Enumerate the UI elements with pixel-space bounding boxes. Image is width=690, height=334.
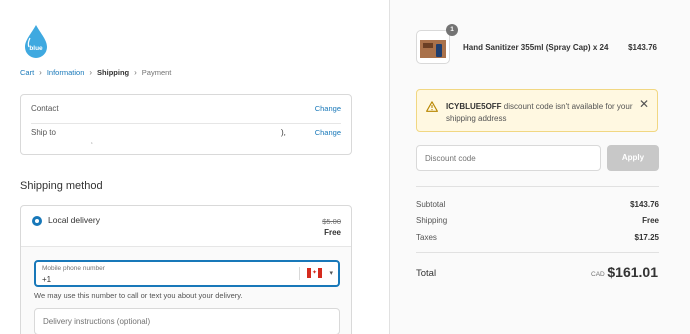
discount-code-name: ICYBLUE5OFF xyxy=(446,102,502,111)
total-label: Total xyxy=(416,268,437,279)
warning-message: ICYBLUE5OFF discount code isn't availabl… xyxy=(446,101,636,125)
order-summary: 1 Hand Sanitizer 355ml (Spray Cap) x 24 … xyxy=(389,0,690,334)
discount-warning-banner: ICYBLUE5OFF discount code isn't availabl… xyxy=(416,89,658,132)
divider xyxy=(416,186,659,187)
mobile-phone-field[interactable]: Mobile phone number +1 ▾ xyxy=(34,260,340,287)
phone-help-text: We may use this number to call or text y… xyxy=(34,291,243,300)
shipping-method-title: Shipping method xyxy=(20,180,103,192)
divider xyxy=(31,123,341,124)
chevron-right-icon: › xyxy=(39,68,42,77)
change-ship-to-link[interactable]: Change xyxy=(315,128,341,137)
breadcrumb-shipping: Shipping xyxy=(97,68,130,77)
product-bottle-image xyxy=(436,44,442,57)
delivery-instructions-input[interactable] xyxy=(35,309,339,334)
chevron-right-icon: › xyxy=(134,68,137,77)
phone-input-value[interactable]: +1 xyxy=(42,275,51,284)
currency-code: CAD xyxy=(591,271,605,278)
product-name: Hand Sanitizer 355ml (Spray Cap) x 24 xyxy=(463,43,609,52)
divider xyxy=(299,267,300,280)
warning-icon xyxy=(426,101,438,112)
product-price: $143.76 xyxy=(628,43,657,52)
contact-row: Contact Change xyxy=(31,104,341,113)
breadcrumb: Cart › Information › Shipping › Payment xyxy=(20,68,171,77)
change-contact-link[interactable]: Change xyxy=(315,104,341,113)
canada-flag-icon[interactable] xyxy=(307,268,322,278)
shipping-label: Shipping xyxy=(416,216,448,225)
breadcrumb-payment: Payment xyxy=(141,68,172,77)
subtotal-row: Subtotal $143.76 xyxy=(416,200,659,209)
divider xyxy=(416,252,659,253)
local-delivery-label[interactable]: Local delivery xyxy=(48,215,100,225)
subtotal-label: Subtotal xyxy=(416,200,446,209)
delivery-instructions-field[interactable] xyxy=(34,308,340,334)
shipping-method-box: Local delivery $5.00 Free Mobile phone n… xyxy=(20,205,352,334)
current-shipping-price: Free xyxy=(324,228,341,237)
discount-code-input[interactable] xyxy=(417,146,600,170)
phone-field-label: Mobile phone number xyxy=(42,265,105,272)
chevron-right-icon: › xyxy=(89,68,93,77)
apply-discount-button[interactable]: Apply xyxy=(607,145,659,171)
contact-label: Contact xyxy=(31,104,59,113)
total-value: $161.01 xyxy=(607,264,658,280)
redaction-mark: ‘ xyxy=(91,141,93,150)
chevron-down-icon[interactable]: ▾ xyxy=(329,269,333,277)
breadcrumb-information[interactable]: Information xyxy=(47,68,85,77)
shipping-value: Free xyxy=(642,216,659,225)
discount-code-field[interactable] xyxy=(416,145,601,171)
quantity-badge: 1 xyxy=(446,24,458,36)
local-delivery-radio[interactable] xyxy=(32,216,42,226)
icy-blue-logo[interactable]: blue xyxy=(22,24,50,60)
breadcrumb-cart[interactable]: Cart xyxy=(20,68,34,77)
original-shipping-price: $5.00 xyxy=(322,217,341,226)
product-thumbnail xyxy=(416,30,450,64)
review-block: Contact Change Ship to ), Change ‘ xyxy=(20,94,352,155)
product-box-image xyxy=(420,40,446,58)
taxes-label: Taxes xyxy=(416,233,437,242)
ship-to-value: ), xyxy=(281,128,286,137)
checkout-main: blue Cart › Information › Shipping › Pay… xyxy=(0,0,389,334)
taxes-row: Taxes $17.25 xyxy=(416,233,659,242)
close-icon[interactable]: ✕ xyxy=(639,98,649,110)
taxes-value: $17.25 xyxy=(634,233,659,242)
ship-to-row: Ship to ), Change ‘ xyxy=(31,128,341,150)
subtotal-value: $143.76 xyxy=(630,200,659,209)
shipping-row: Shipping Free xyxy=(416,216,659,225)
svg-text:blue: blue xyxy=(29,45,43,52)
ship-to-label: Ship to xyxy=(31,128,56,137)
